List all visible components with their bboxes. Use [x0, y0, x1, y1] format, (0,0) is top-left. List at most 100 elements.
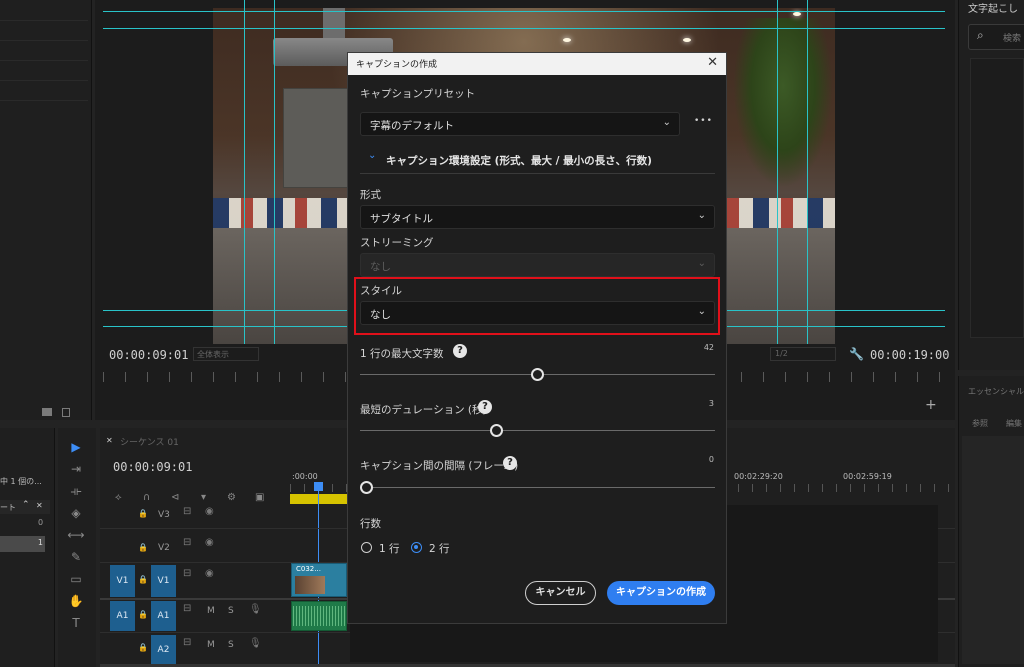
help-icon[interactable]: ? [453, 344, 467, 358]
section-title-main: キャプション環境設定 [386, 155, 491, 167]
trash-icon[interactable] [62, 408, 70, 417]
chevron-down-icon: ⌄ [697, 258, 706, 269]
sync-icon[interactable]: ⊟ [183, 603, 191, 614]
timeline-timecode[interactable]: 00:00:09:01 [113, 460, 192, 474]
sync-icon[interactable]: ⊟ [183, 637, 191, 648]
cancel-button[interactable]: キャンセル [525, 581, 596, 605]
selection-tool-icon[interactable]: ▶ [66, 440, 86, 458]
razor-icon[interactable]: ◈ [66, 506, 86, 524]
timeline-wrench-icon[interactable]: ⚙ [227, 492, 236, 503]
create-captions-button[interactable]: キャプションの作成 [607, 581, 715, 605]
fit-dropdown[interactable]: 全体表示 [193, 347, 259, 361]
help-icon[interactable]: ? [503, 456, 517, 470]
eye-icon[interactable]: ◉ [205, 568, 214, 579]
sync-icon[interactable]: ⊟ [183, 537, 191, 548]
source-a1-button[interactable]: A1 [110, 601, 135, 631]
style-select[interactable]: なし ⌄ [360, 301, 715, 325]
track-lock-icon[interactable]: 🔒 [138, 575, 148, 584]
marker-icon[interactable]: ⊲ [171, 492, 179, 503]
chevron-down-icon: ⌄ [697, 306, 706, 317]
min-duration-track[interactable] [360, 430, 715, 431]
monitor-timecode-left[interactable]: 00:00:09:01 [109, 348, 188, 362]
lines-radio-2[interactable] [411, 542, 422, 553]
left-status-text: 中 1 個の... [0, 477, 42, 486]
mute-button[interactable]: M [207, 606, 215, 616]
mute-button[interactable]: M [207, 640, 215, 650]
folder-icon[interactable] [42, 408, 52, 416]
preset-more-button[interactable]: ••• [694, 116, 713, 126]
track-select-icon[interactable]: ⇥ [66, 462, 86, 480]
create-captions-dialog: キャプションの作成 ✕ キャプションプリセット 字幕のデフォルト ⌄ ••• ⌄… [347, 52, 727, 624]
left-column-label: ート [0, 503, 16, 512]
dialog-title: キャプションの作成 [356, 60, 438, 70]
add-button-icon[interactable]: + [925, 397, 937, 413]
close-sequence-icon[interactable]: ✕ [106, 436, 113, 445]
track-lock-icon[interactable]: 🔒 [138, 543, 148, 552]
timeline-ruler-label-start: :00:00 [292, 472, 318, 481]
track-lock-icon[interactable]: 🔒 [138, 610, 148, 619]
dialog-titlebar[interactable]: キャプションの作成 ✕ [348, 53, 726, 75]
close-icon[interactable]: ✕ [707, 55, 718, 70]
rectangle-icon[interactable]: ▭ [66, 572, 86, 590]
lines-option-2-label[interactable]: 2 行 [429, 541, 450, 556]
gap-label: キャプション間の間隔 (フレーム) [360, 460, 519, 472]
pen-icon[interactable]: ✎ [66, 550, 86, 568]
snap-icon[interactable]: ⟡ [115, 492, 122, 503]
guide-line [777, 0, 778, 344]
source-v1-button[interactable]: V1 [110, 565, 135, 597]
min-duration-slider[interactable] [489, 424, 503, 437]
sync-icon[interactable]: ⊟ [183, 506, 191, 517]
track-lock-icon[interactable]: 🔒 [138, 509, 148, 518]
preset-value: 字幕のデフォルト [370, 120, 454, 132]
work-area-bar[interactable] [290, 494, 348, 504]
section-title-sub: (形式、最大 / 最小の長さ、行数) [494, 155, 652, 167]
track-a2-button[interactable]: A2 [151, 635, 176, 665]
playhead-handle[interactable] [314, 482, 323, 491]
help-icon[interactable]: ? [478, 400, 492, 414]
gap-track[interactable] [360, 487, 715, 488]
eye-icon[interactable]: ◉ [205, 537, 214, 548]
section-toggle-icon[interactable]: ⌄ [368, 150, 376, 161]
microphone-icon[interactable]: 🎙 [249, 604, 262, 615]
track-a1-button[interactable]: A1 [151, 601, 176, 631]
sequence-tab[interactable]: シーケンス 01 [120, 435, 179, 448]
track-v3-label[interactable]: V3 [158, 510, 170, 520]
lines-radio-1[interactable] [361, 542, 372, 553]
sync-icon[interactable]: ⊟ [183, 568, 191, 579]
wrench-icon[interactable]: 🔧 [849, 347, 864, 361]
audio-waveform [293, 606, 345, 626]
tab-edit[interactable]: 編集 [1006, 418, 1022, 429]
essential-graphics-title: エッセンシャル [968, 387, 1024, 396]
solo-button[interactable]: S [228, 640, 234, 650]
section-title[interactable]: キャプション環境設定 (形式、最大 / 最小の長さ、行数) [386, 153, 652, 168]
tab-browse[interactable]: 参照 [972, 418, 988, 429]
left-selected-row[interactable]: 1 [0, 536, 45, 552]
sort-up-icon[interactable]: ⌃ [22, 500, 30, 510]
add-marker-icon[interactable]: ▾ [201, 492, 206, 503]
slip-icon[interactable]: ⟷ [66, 528, 86, 546]
track-v2-label[interactable]: V2 [158, 543, 170, 553]
max-chars-slider[interactable] [531, 368, 544, 381]
guide-line [244, 0, 245, 344]
min-duration-label: 最短のデュレーション (秒) [360, 404, 487, 416]
link-icon[interactable]: ∩ [143, 492, 150, 503]
monitor-timecode-right: 00:00:19:00 [870, 348, 950, 362]
quality-dropdown[interactable]: 1/2 [770, 347, 836, 361]
transcript-search-input[interactable]: ⌕ 検索 [968, 24, 1024, 50]
gap-slider[interactable] [360, 481, 373, 494]
format-select[interactable]: サブタイトル ⌄ [360, 205, 715, 229]
track-v1-button[interactable]: V1 [151, 565, 176, 597]
eye-icon[interactable]: ◉ [205, 506, 214, 517]
preset-select[interactable]: 字幕のデフォルト ⌄ [360, 112, 680, 136]
lines-option-1-label[interactable]: 1 行 [379, 541, 400, 556]
microphone-icon[interactable]: 🎙 [249, 638, 262, 649]
type-icon[interactable]: T [66, 616, 86, 634]
hand-icon[interactable]: ✋ [66, 594, 86, 612]
captions-icon[interactable]: ▣ [255, 492, 264, 503]
ceiling-light [793, 12, 801, 16]
ripple-edit-icon[interactable]: ⟛ [66, 484, 86, 502]
video-clip[interactable]: C032... [291, 563, 347, 597]
sort-x-icon[interactable]: ✕ [36, 501, 43, 510]
track-lock-icon[interactable]: 🔒 [138, 643, 148, 652]
solo-button[interactable]: S [228, 606, 234, 616]
